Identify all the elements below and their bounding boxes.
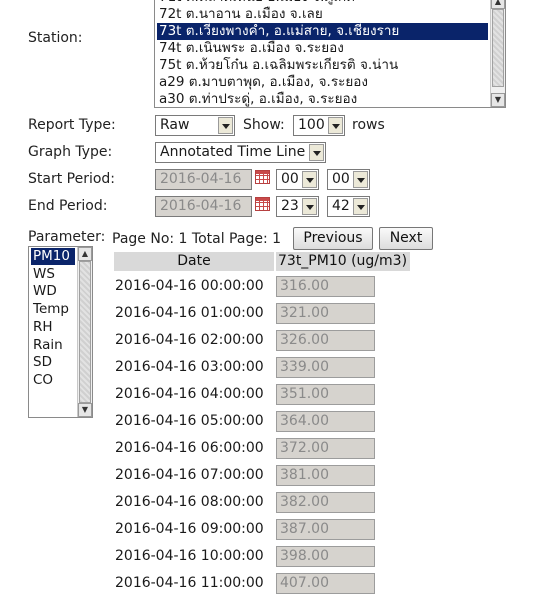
- station-option[interactable]: 75t ต.ห้วยโก๋น อ.เฉลิมพระเกียรติ จ.น่าน: [159, 57, 398, 74]
- pager-info: Page No: 1 Total Page: 1: [112, 231, 282, 247]
- end-minute-select[interactable]: 42: [327, 196, 370, 217]
- parameter-option[interactable]: SD: [33, 354, 52, 371]
- table-cell-value[interactable]: 339.00: [276, 357, 375, 378]
- table-cell-date: 2016-04-16 09:00:00: [115, 521, 264, 537]
- station-option[interactable]: 73t ต.เวียงพางคำ, อ.แม่สาย, จ.เชียงราย: [157, 23, 488, 40]
- station-listbox[interactable]: 71t ต.ตลาดเหนือ อ.เมือง จ.ภูเก็ต72t ต.นา…: [154, 0, 506, 108]
- parameter-listbox[interactable]: PM10 WS WD Temp RH Rain SD CO ▲ ▼: [28, 246, 93, 418]
- scroll-thumb[interactable]: [79, 261, 91, 403]
- calendar-icon[interactable]: [255, 197, 270, 211]
- table-cell-date: 2016-04-16 07:00:00: [115, 467, 264, 483]
- table-cell-date: 2016-04-16 04:00:00: [115, 386, 264, 402]
- start-minute-value: 00: [332, 171, 350, 187]
- parameter-scrollbar[interactable]: ▲ ▼: [77, 247, 92, 417]
- report-type-label: Report Type:: [28, 117, 116, 133]
- parameter-option[interactable]: PM10: [31, 248, 75, 265]
- table-cell-value[interactable]: 316.00: [276, 276, 375, 297]
- parameter-option[interactable]: CO: [33, 372, 53, 389]
- table-cell-date: 2016-04-16 01:00:00: [115, 305, 264, 321]
- graph-type-label: Graph Type:: [28, 144, 113, 160]
- chevron-down-icon[interactable]: [302, 171, 317, 188]
- station-scrollbar[interactable]: ▲ ▼: [490, 0, 505, 107]
- table-cell-date: 2016-04-16 08:00:00: [115, 494, 264, 510]
- table-cell-value[interactable]: 326.00: [276, 330, 375, 351]
- end-period-label: End Period:: [28, 198, 108, 214]
- show-rows-select[interactable]: 100: [293, 115, 345, 136]
- station-option[interactable]: 72t ต.นาอาน อ.เมือง จ.เลย: [159, 6, 323, 23]
- table-cell-value[interactable]: 372.00: [276, 438, 375, 459]
- rows-label: rows: [352, 117, 385, 133]
- table-cell-value[interactable]: 364.00: [276, 411, 375, 432]
- station-option[interactable]: a30 ต.ท่าประดู่, อ.เมือง, จ.ระยอง: [159, 91, 357, 107]
- previous-button[interactable]: Previous: [293, 227, 373, 250]
- start-hour-select[interactable]: 00: [276, 169, 319, 190]
- report-type-value: Raw: [160, 117, 190, 133]
- table-cell-value[interactable]: 407.00: [276, 573, 375, 594]
- station-label: Station:: [28, 30, 83, 46]
- start-hour-value: 00: [281, 171, 299, 187]
- table-cell-value[interactable]: 321.00: [276, 303, 375, 324]
- scroll-down-icon[interactable]: ▼: [78, 403, 92, 417]
- chevron-down-icon[interactable]: [302, 198, 317, 215]
- parameter-option[interactable]: RH: [33, 319, 53, 336]
- parameter-label: Parameter:: [28, 229, 106, 245]
- table-cell-value[interactable]: 351.00: [276, 384, 375, 405]
- end-date-input[interactable]: 2016-04-16: [155, 196, 252, 217]
- chevron-down-icon[interactable]: [353, 171, 368, 188]
- end-minute-value: 42: [332, 198, 350, 214]
- parameter-option[interactable]: Temp: [33, 301, 69, 318]
- chevron-down-icon[interactable]: [353, 198, 368, 215]
- graph-type-value: Annotated Time Line: [160, 144, 306, 160]
- start-minute-select[interactable]: 00: [327, 169, 370, 190]
- table-cell-date: 2016-04-16 00:00:00: [115, 278, 264, 294]
- table-cell-date: 2016-04-16 02:00:00: [115, 332, 264, 348]
- end-hour-value: 23: [281, 198, 299, 214]
- table-cell-value[interactable]: 398.00: [276, 546, 375, 567]
- end-hour-select[interactable]: 23: [276, 196, 319, 217]
- chevron-down-icon[interactable]: [218, 117, 233, 134]
- next-button[interactable]: Next: [379, 227, 433, 250]
- scroll-up-icon[interactable]: ▲: [491, 0, 505, 9]
- start-period-label: Start Period:: [28, 171, 116, 187]
- parameter-option[interactable]: Rain: [33, 337, 63, 354]
- table-cell-date: 2016-04-16 05:00:00: [115, 413, 264, 429]
- graph-type-select[interactable]: Annotated Time Line: [155, 142, 326, 163]
- column-header-date: Date: [114, 252, 274, 271]
- column-header-value: 73t_PM10 (ug/m3): [276, 252, 410, 271]
- table-cell-date: 2016-04-16 10:00:00: [115, 548, 264, 564]
- scroll-down-icon[interactable]: ▼: [491, 93, 505, 107]
- chevron-down-icon[interactable]: [328, 117, 343, 134]
- chevron-down-icon[interactable]: [309, 144, 324, 161]
- report-type-select[interactable]: Raw: [155, 115, 235, 136]
- station-option[interactable]: a29 ต.มาบตาพุด, อ.เมือง, จ.ระยอง: [159, 74, 368, 91]
- start-date-input[interactable]: 2016-04-16: [155, 169, 252, 190]
- table-cell-date: 2016-04-16 06:00:00: [115, 440, 264, 456]
- table-cell-value[interactable]: 381.00: [276, 465, 375, 486]
- show-rows-value: 100: [298, 117, 325, 133]
- table-cell-value[interactable]: 387.00: [276, 519, 375, 540]
- table-cell-value[interactable]: 382.00: [276, 492, 375, 513]
- parameter-option[interactable]: WD: [33, 283, 57, 300]
- show-label: Show:: [243, 117, 285, 133]
- scroll-thumb[interactable]: [492, 9, 504, 87]
- table-cell-date: 2016-04-16 11:00:00: [115, 575, 264, 591]
- parameter-option[interactable]: WS: [33, 266, 55, 283]
- calendar-icon[interactable]: [255, 170, 270, 184]
- station-option[interactable]: 74t ต.เนินพระ อ.เมือง จ.ระยอง: [159, 40, 344, 57]
- table-cell-date: 2016-04-16 03:00:00: [115, 359, 264, 375]
- scroll-up-icon[interactable]: ▲: [78, 247, 92, 261]
